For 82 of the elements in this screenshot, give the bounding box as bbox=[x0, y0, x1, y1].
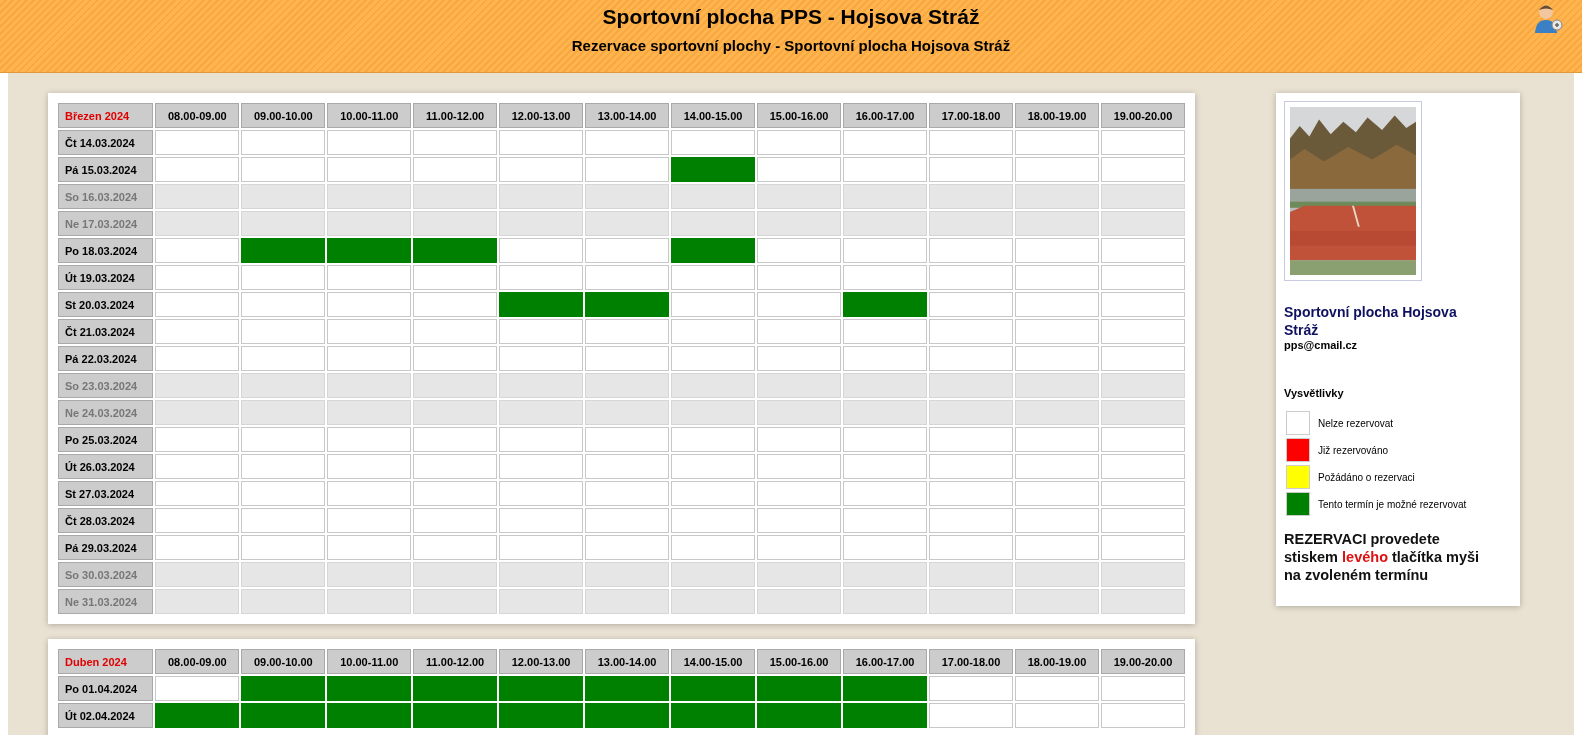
time-header: 18.00-19.00 bbox=[1015, 649, 1099, 674]
time-slot[interactable] bbox=[671, 157, 756, 182]
time-slot[interactable] bbox=[757, 676, 842, 701]
time-header: 15.00-16.00 bbox=[757, 103, 842, 128]
time-slot[interactable] bbox=[585, 703, 670, 728]
legend-label: Požádáno o rezervaci bbox=[1318, 471, 1415, 483]
time-slot[interactable] bbox=[585, 676, 670, 701]
date-cell: Út 19.03.2024 bbox=[58, 265, 154, 290]
date-cell: So 23.03.2024 bbox=[58, 373, 154, 398]
reservation-instruction: REZERVACI provedete stiskem levého tlačítka myši na zvoleném termínu bbox=[1284, 530, 1481, 584]
time-header: 10.00-11.00 bbox=[327, 649, 412, 674]
date-cell: Po 01.04.2024 bbox=[58, 676, 154, 701]
time-slot[interactable] bbox=[757, 703, 842, 728]
time-header: 11.00-12.00 bbox=[413, 103, 498, 128]
time-slot[interactable] bbox=[413, 676, 498, 701]
legend-label: Nelze rezervovat bbox=[1318, 417, 1394, 429]
date-cell: Ne 17.03.2024 bbox=[58, 211, 154, 236]
date-cell: Čt 21.03.2024 bbox=[58, 319, 154, 344]
time-header: 13.00-14.00 bbox=[585, 649, 670, 674]
time-header: 08.00-09.00 bbox=[155, 103, 240, 128]
time-header: 11.00-12.00 bbox=[413, 649, 498, 674]
page-title: Sportovní plocha PPS - Hojsova Stráž bbox=[602, 4, 980, 29]
time-slot[interactable] bbox=[413, 238, 498, 263]
time-header: 17.00-18.00 bbox=[929, 649, 1013, 674]
time-header: 19.00-20.00 bbox=[1101, 103, 1185, 128]
time-slot[interactable] bbox=[671, 676, 756, 701]
date-cell: Ne 24.03.2024 bbox=[58, 400, 154, 425]
time-slot[interactable] bbox=[671, 703, 756, 728]
time-slot[interactable] bbox=[241, 676, 326, 701]
date-cell: Pá 29.03.2024 bbox=[58, 535, 154, 560]
date-cell: Ne 31.03.2024 bbox=[58, 589, 154, 614]
user-icon[interactable] bbox=[1534, 3, 1564, 35]
month-header: Březen 2024 bbox=[58, 103, 154, 128]
date-cell: Po 18.03.2024 bbox=[58, 238, 154, 263]
time-slot[interactable] bbox=[499, 703, 584, 728]
time-header: 14.00-15.00 bbox=[671, 649, 756, 674]
time-slot[interactable] bbox=[327, 676, 412, 701]
date-cell: Po 25.03.2024 bbox=[58, 427, 154, 452]
date-cell: Pá 15.03.2024 bbox=[58, 157, 154, 182]
time-header: 18.00-19.00 bbox=[1015, 103, 1099, 128]
month-header: Duben 2024 bbox=[58, 649, 154, 674]
time-slot[interactable] bbox=[413, 703, 498, 728]
venue-name: Sportovní plocha Hojsova Stráž bbox=[1284, 303, 1458, 339]
time-slot[interactable] bbox=[843, 292, 927, 317]
time-slot[interactable] bbox=[327, 238, 412, 263]
date-cell: St 20.03.2024 bbox=[58, 292, 154, 317]
time-slot[interactable] bbox=[241, 238, 326, 263]
time-slot[interactable] bbox=[499, 676, 584, 701]
time-header: 16.00-17.00 bbox=[843, 649, 927, 674]
time-slot[interactable] bbox=[671, 238, 756, 263]
time-slot[interactable] bbox=[843, 676, 927, 701]
date-cell: St 27.03.2024 bbox=[58, 481, 154, 506]
time-slot[interactable] bbox=[155, 703, 240, 728]
legend-title: Vysvětlivky bbox=[1284, 387, 1345, 399]
date-cell: Pá 22.03.2024 bbox=[58, 346, 154, 371]
date-cell: So 30.03.2024 bbox=[58, 562, 154, 587]
page-subtitle: Rezervace sportovní plochy - Sportovní plocha Hojsova Stráž bbox=[571, 37, 1011, 54]
legend-label: Již rezervováno bbox=[1318, 444, 1389, 456]
date-cell: Út 02.04.2024 bbox=[58, 703, 154, 728]
time-header: 12.00-13.00 bbox=[499, 103, 584, 128]
date-cell: So 16.03.2024 bbox=[58, 184, 154, 209]
time-slot[interactable] bbox=[843, 703, 927, 728]
time-slot[interactable] bbox=[327, 703, 412, 728]
date-cell: Čt 28.03.2024 bbox=[58, 508, 154, 533]
time-header: 14.00-15.00 bbox=[671, 103, 756, 128]
time-header: 13.00-14.00 bbox=[585, 103, 670, 128]
date-cell: Čt 14.03.2024 bbox=[58, 130, 154, 155]
time-header: 12.00-13.00 bbox=[499, 649, 584, 674]
time-slot[interactable] bbox=[241, 703, 326, 728]
time-header: 10.00-11.00 bbox=[327, 103, 412, 128]
time-header: 09.00-10.00 bbox=[241, 649, 326, 674]
date-cell: Út 26.03.2024 bbox=[58, 454, 154, 479]
time-slot[interactable] bbox=[585, 292, 670, 317]
legend-label: Tento termín je možné rezervovat bbox=[1318, 498, 1467, 510]
time-header: 19.00-20.00 bbox=[1101, 649, 1185, 674]
time-header: 09.00-10.00 bbox=[241, 103, 326, 128]
venue-email: pps@cmail.cz bbox=[1284, 339, 1359, 351]
time-header: 08.00-09.00 bbox=[155, 649, 240, 674]
time-header: 15.00-16.00 bbox=[757, 649, 842, 674]
time-header: 16.00-17.00 bbox=[843, 103, 927, 128]
time-header: 17.00-18.00 bbox=[929, 103, 1013, 128]
time-slot[interactable] bbox=[499, 292, 584, 317]
